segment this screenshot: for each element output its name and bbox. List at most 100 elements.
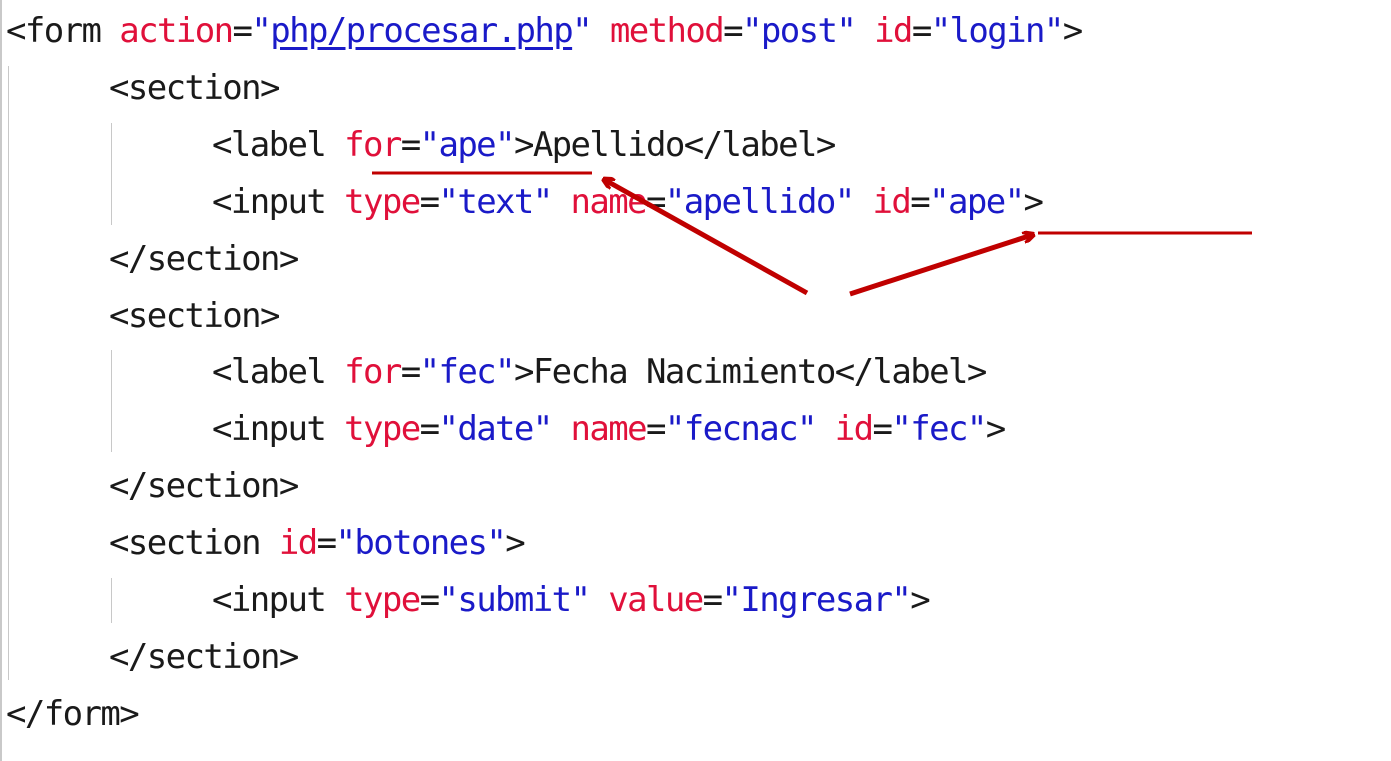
tag-token: <section> [109,67,280,108]
string-token: "botones" [335,523,506,564]
attribute-token: id [278,523,318,564]
equals-token: = [723,11,743,51]
tag-token: > [513,352,534,393]
equals-token: = [872,409,893,450]
string-token: "ape" [929,181,1025,222]
text-token: Fecha Nacimiento [532,352,837,393]
equals-token: = [400,352,421,393]
equals-token: = [910,181,930,222]
string-token: "apellido" [664,181,855,222]
tag-token: <label [212,124,327,165]
code-line: <input type="submit" value="Ingresar"> [212,572,931,628]
equals-token: = [400,124,421,165]
string-token: "fecnac" [664,409,818,450]
equals-token: = [316,523,337,564]
string-token: "date" [438,409,553,450]
code-line: <label for="fec">Fecha Nacimiento</label… [212,344,988,400]
attribute-token: for [344,352,402,393]
string-token: "ape" [419,124,516,165]
string-token: " [251,11,271,51]
equals-token: = [232,11,252,51]
tag-token: > [1023,181,1043,222]
tag-token: <form [6,11,102,51]
tag-token: </section> [109,466,299,507]
string-token: "Ingresar" [721,580,912,620]
string-token: "post" [741,11,857,51]
code-line: <section> [109,288,280,344]
tag-token: > [513,124,534,165]
attribute-token: id [834,409,874,450]
link-token: php/procesar.php [270,11,574,51]
equals-token: = [419,580,440,620]
indent-guide [111,122,112,225]
string-token: "fec" [419,352,516,393]
indent-guide [111,350,112,453]
attribute-token: name [570,181,648,222]
tag-token: </section> [109,238,299,279]
text-token: Apellido [532,124,686,165]
attribute-token: value [608,580,704,620]
code-line: </section> [109,231,299,287]
attribute-token: name [570,409,648,450]
equals-token: = [419,409,440,450]
tag-token: > [910,580,930,620]
equals-token: = [419,181,440,222]
tag-token: > [505,523,525,564]
attribute-token: method [609,11,725,51]
code-line: <input type="text" name="apellido" id="a… [212,174,1044,230]
code-line: <section> [109,60,280,116]
code-line: </section> [109,458,299,514]
attribute-token: type [344,409,421,450]
code-line: </form> [6,686,140,742]
tag-token: > [1062,11,1083,51]
code-editor[interactable]: <form action="php/procesar.php" method="… [0,0,1391,761]
attribute-token: id [872,181,911,222]
attribute-token: type [344,580,421,620]
indent-guide [111,578,112,623]
attribute-token: for [344,124,402,165]
attribute-token: action [119,11,234,51]
equals-token: = [911,11,932,51]
code-line: <form action="php/procesar.php" method="… [6,3,1083,59]
string-token: "text" [438,181,553,222]
string-token: " [572,11,592,51]
tag-token: <section> [109,295,280,336]
string-token: "fec" [891,409,987,450]
string-token: "submit" [438,580,591,620]
attribute-token: id [874,11,913,51]
code-line: </section> [109,629,299,685]
tag-token: > [985,409,1006,450]
code-line: <label for="ape">Apellido</label> [212,117,837,173]
tag-token: </label> [683,124,837,165]
tag-token: <input [212,181,327,222]
code-line: <input type="date" name="fecnac" id="fec… [212,401,1006,457]
equals-token: = [646,181,666,222]
tag-token: </section> [109,636,299,677]
tag-token: </form> [6,693,140,734]
equals-token: = [646,409,666,450]
string-token: "login" [930,11,1065,51]
tag-token: <input [212,580,327,620]
tag-token: <label [212,352,327,393]
annotation-arrow-to-input-id [849,235,1032,297]
tag-token: <input [212,409,327,450]
tag-token: </label> [834,352,988,393]
code-line: <section id="botones"> [109,515,526,571]
tag-token: <section [109,523,262,564]
indent-guide [8,65,9,680]
attribute-token: type [344,181,421,222]
equals-token: = [702,580,723,620]
